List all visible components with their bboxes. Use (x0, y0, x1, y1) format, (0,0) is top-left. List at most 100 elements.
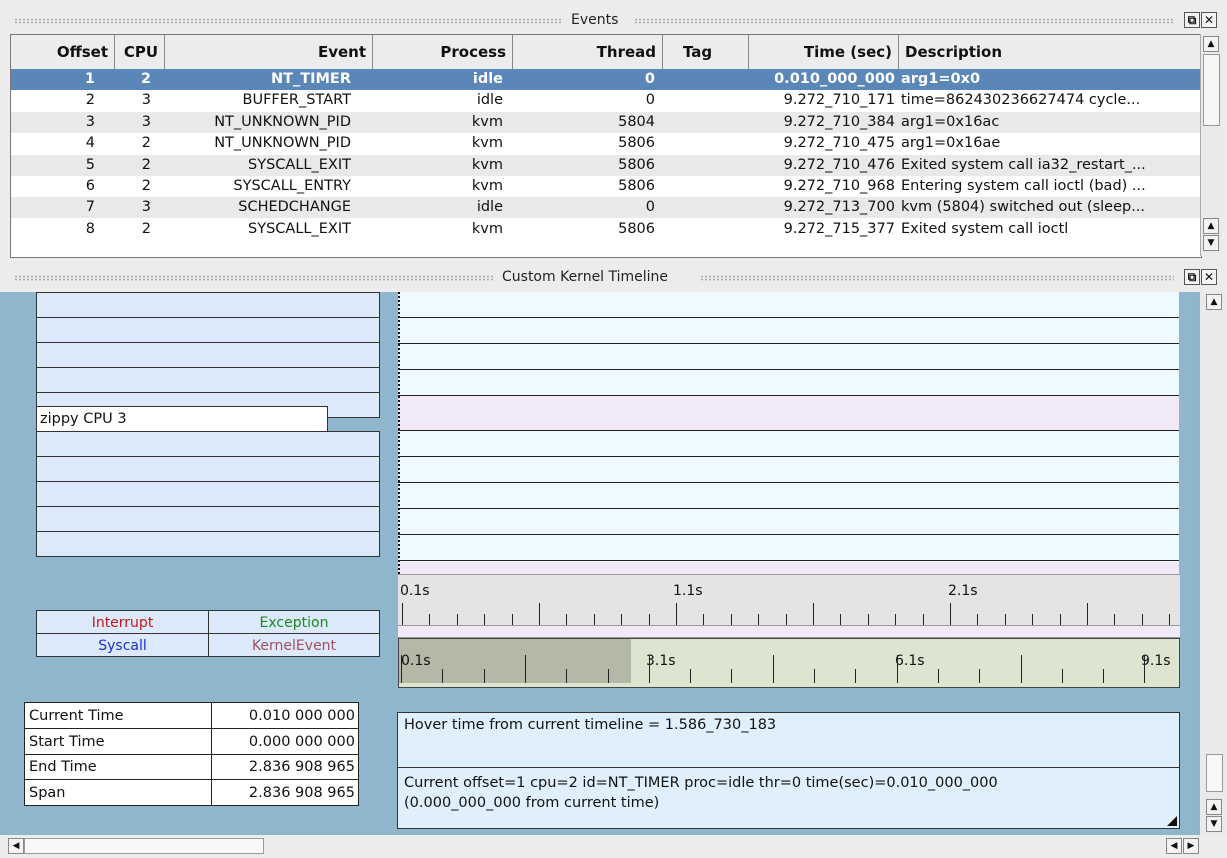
timeline-track (398, 457, 1179, 483)
scroll-left-icon[interactable]: ◀ (1166, 838, 1182, 854)
hover-time-text: Hover time from current timeline = 1.586… (404, 717, 777, 733)
scroll-up-icon[interactable]: ▲ (1203, 218, 1219, 234)
table-cell-offset: 1 (84, 71, 95, 87)
table-cell-offset: 5 (85, 156, 95, 173)
cpu-label[interactable]: zippy CPU 3 (36, 406, 328, 432)
scroll-down-icon[interactable]: ▼ (1206, 816, 1222, 832)
scroll-thumb[interactable] (1206, 754, 1223, 792)
table-row[interactable]: 2 3 BUFFER_START idle 0 9.272_710_171 time=862… (11, 90, 1201, 111)
scroll-up-icon[interactable]: ▲ (1206, 799, 1222, 815)
float-icon[interactable]: ⧉ (1184, 12, 1200, 28)
timeline-track (398, 562, 1179, 574)
timeline-row-label[interactable] (36, 317, 380, 343)
table-row[interactable]: 3 3 NT_UNKNOWN_PID kvm 5804 9.272_710_384 arg1… (11, 111, 1201, 133)
table-cell-cpu: 3 (141, 113, 151, 130)
ruler-tick (867, 614, 869, 625)
table-cell-desc: Exited system call ioctl (901, 220, 1069, 237)
timeline-track (398, 509, 1179, 535)
ruler-tick (648, 614, 650, 625)
horizontal-scrollbar[interactable]: ◀ ◀ ▶ (0, 835, 1227, 858)
close-icon[interactable]: ✕ (1201, 269, 1217, 285)
events-table[interactable]: Offset CPU Event Process Thread Tag Time… (10, 34, 1202, 258)
ruler-tick (566, 669, 568, 683)
table-row[interactable]: 8 2 SYSCALL_EXIT kvm 5806 9.272_715_377 Exited… (11, 219, 1201, 240)
ruler-tick (730, 614, 732, 625)
table-cell-thread: 0 (644, 71, 655, 87)
column-header-tag[interactable]: Tag (663, 35, 749, 69)
close-icon[interactable]: ✕ (1201, 12, 1217, 28)
table-row[interactable]: 1 2 NT_TIMER idle 0 0.010_000_000 arg1=0x0 (11, 69, 1201, 90)
scroll-left-icon[interactable]: ◀ (8, 838, 24, 854)
scroll-up-icon[interactable]: ▲ (1206, 294, 1222, 310)
timeline-dock-title: Custom Kernel Timeline (502, 269, 669, 285)
ruler-tick (855, 669, 857, 683)
time-info-value: 0.000 000 000 (211, 728, 358, 754)
timeline-row-label[interactable] (36, 531, 380, 557)
table-cell-thread: 5806 (618, 135, 655, 152)
table-cell-time: 9.272_715_377 (783, 220, 895, 237)
ruler-tick (621, 614, 623, 625)
table-cell-time: 9.272_710_475 (783, 135, 895, 152)
time-info-row: Span 2.836 908 965 (25, 779, 358, 806)
table-cell-process: idle (476, 199, 503, 216)
table-cell-process: kvm (471, 113, 503, 130)
overview-ruler[interactable]: 0.1s 3.1s 6.1s 9.1s (398, 638, 1180, 688)
time-info-value: 2.836 908 965 (211, 754, 358, 779)
timeline-row-label[interactable] (36, 367, 380, 393)
column-header-time[interactable]: Time (sec) (749, 35, 899, 69)
timeline-row-label[interactable] (36, 456, 380, 482)
table-vertical-scrollbar[interactable]: ▲ ▲ ▼ (1200, 34, 1222, 256)
legend-exception: Exception (208, 610, 380, 634)
table-cell-time: 9.272_710_384 (783, 113, 895, 130)
hover-time-box: Hover time from current timeline = 1.586… (397, 712, 1180, 768)
timeline-row-label[interactable] (36, 292, 380, 318)
table-row[interactable]: 6 2 SYSCALL_ENTRY kvm 5806 9.272_710_968 Enter… (11, 176, 1201, 197)
ruler-tick (593, 614, 595, 625)
table-row[interactable]: 7 3 SCHEDCHANGE idle 0 9.272_713_700 kvm (5804… (11, 197, 1201, 219)
column-header-cpu[interactable]: CPU (115, 35, 165, 69)
scroll-thumb[interactable] (1203, 54, 1220, 126)
column-header-event[interactable]: Event (165, 35, 373, 69)
table-row[interactable]: 4 2 NT_UNKNOWN_PID kvm 5806 9.272_710_475 arg1… (11, 133, 1201, 154)
resize-grip-icon[interactable] (1167, 816, 1177, 826)
timeline-separator (398, 626, 1180, 638)
table-cell-process: kvm (471, 156, 503, 173)
table-cell-tag (663, 90, 749, 111)
events-dock-titlebar[interactable]: Events ⧉ ✕ (0, 8, 1227, 34)
overview-viewport[interactable] (399, 639, 631, 683)
table-row[interactable]: 5 2 SYSCALL_EXIT kvm 5806 9.272_710_476 Exited… (11, 154, 1201, 176)
ruler-tick (483, 669, 485, 683)
table-cell-tag (663, 197, 749, 218)
events-dock-title: Events (571, 12, 619, 28)
column-header-description[interactable]: Description (899, 35, 1199, 69)
current-event-offset-text: (0.000_000_000 from current time) (404, 795, 660, 811)
timeline-ruler[interactable]: 0.1s 1.1s 2.1s (398, 574, 1180, 626)
timeline-track (398, 318, 1179, 344)
timeline-row-label[interactable] (36, 506, 380, 532)
scroll-right-icon[interactable]: ▶ (1183, 838, 1199, 854)
time-info-label: Start Time (29, 733, 105, 750)
column-header-thread[interactable]: Thread (513, 35, 663, 69)
dock-grip (14, 275, 494, 281)
table-cell-desc: kvm (5804) switched out (sleep... (901, 199, 1146, 216)
ruler-tick (937, 669, 939, 683)
scroll-thumb[interactable] (24, 838, 264, 854)
ruler-tick (758, 614, 760, 625)
scroll-down-icon[interactable]: ▼ (1203, 235, 1219, 251)
column-header-offset[interactable]: Offset (11, 35, 115, 69)
column-header-process[interactable]: Process (373, 35, 513, 69)
table-cell-thread: 5804 (618, 113, 655, 130)
timeline-track (398, 344, 1179, 370)
time-info-row: Current Time 0.010 000 000 (25, 703, 358, 729)
timeline-row-label[interactable] (36, 342, 380, 368)
ruler-tick (950, 603, 951, 625)
timeline-dock-titlebar[interactable]: Custom Kernel Timeline ⧉ ✕ (0, 265, 1227, 291)
table-cell-offset: 4 (85, 135, 95, 152)
float-icon[interactable]: ⧉ (1184, 269, 1200, 285)
scroll-up-icon[interactable]: ▲ (1203, 36, 1219, 52)
timeline-row-label[interactable] (36, 431, 380, 457)
ruler-label: 1.1s (673, 583, 703, 599)
timeline-row-label[interactable] (36, 481, 380, 507)
timeline-vertical-scrollbar[interactable]: ▲ ▲ ▼ (1199, 292, 1227, 835)
time-info-label: Span (29, 784, 66, 801)
